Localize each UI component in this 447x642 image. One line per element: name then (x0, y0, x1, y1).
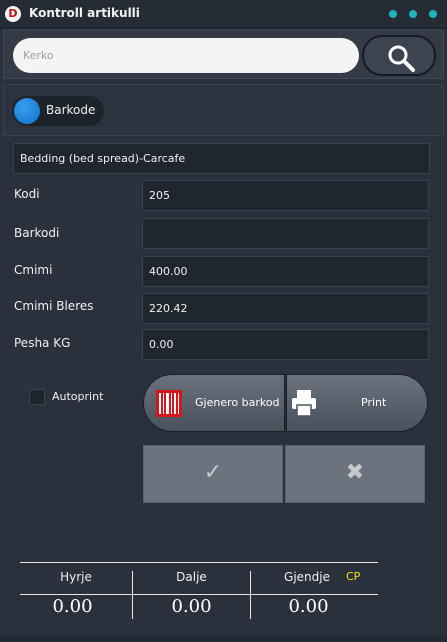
printer-icon (292, 390, 316, 417)
barkode-panel: Barkode (3, 84, 444, 136)
title-bar: D Kontroll artikulli (0, 0, 447, 29)
hyrje-label: Hyrje (60, 570, 92, 584)
autoprint-checkbox[interactable] (29, 389, 45, 405)
menu-dot-icon[interactable] (409, 10, 417, 18)
barkode-toggle-label: Barkode (46, 103, 96, 117)
app-logo-icon: D (5, 6, 21, 22)
gjendje-value: 0.00 (288, 596, 329, 617)
cp-label: CP (346, 570, 361, 583)
kodi-field[interactable]: 205 (142, 180, 429, 211)
search-input[interactable] (13, 38, 359, 73)
barkodi-field[interactable] (142, 218, 429, 249)
cancel-button[interactable]: ✖ (285, 445, 425, 503)
gjenero-barkod-label: Gjenero barkod (195, 396, 280, 409)
window-title: Kontroll artikulli (29, 6, 140, 20)
magnifier-icon (388, 45, 415, 72)
toggle-knob-icon (14, 98, 40, 124)
menu-dot-icon[interactable] (389, 10, 397, 18)
print-label: Print (361, 396, 387, 409)
pesha-kg-label: Pesha KG (14, 336, 71, 350)
barkodi-label: Barkodi (14, 226, 60, 240)
search-bar (3, 29, 444, 79)
gjenero-barkod-button[interactable]: Gjenero barkod (143, 374, 285, 432)
search-button[interactable] (362, 35, 436, 76)
cmimi-field[interactable]: 400.00 (142, 256, 429, 287)
barkode-toggle[interactable]: Barkode (12, 96, 104, 126)
autoprint-label: Autoprint (52, 390, 104, 403)
article-name-field[interactable]: Bedding (bed spread)-Carcafe (13, 143, 430, 174)
cmimi-label: Cmimi (14, 263, 53, 277)
x-icon: ✖ (345, 460, 365, 485)
dalje-value: 0.00 (171, 596, 212, 617)
totals-top-rule (20, 562, 378, 563)
print-button[interactable]: Print (286, 374, 428, 432)
pesha-kg-field[interactable]: 0.00 (142, 329, 429, 360)
barcode-icon (156, 390, 182, 417)
cmimi-bleres-field[interactable]: 220.42 (142, 293, 429, 324)
dalje-label: Dalje (176, 570, 207, 584)
kodi-label: Kodi (14, 187, 40, 201)
checkmark-icon: ✓ (203, 460, 223, 485)
hyrje-value: 0.00 (52, 596, 93, 617)
status-strip (0, 636, 447, 642)
cmimi-bleres-label: Cmimi Bleres (14, 299, 94, 313)
totals-mid-rule (20, 594, 378, 595)
menu-dot-icon[interactable] (429, 10, 437, 18)
confirm-button[interactable]: ✓ (143, 445, 283, 503)
